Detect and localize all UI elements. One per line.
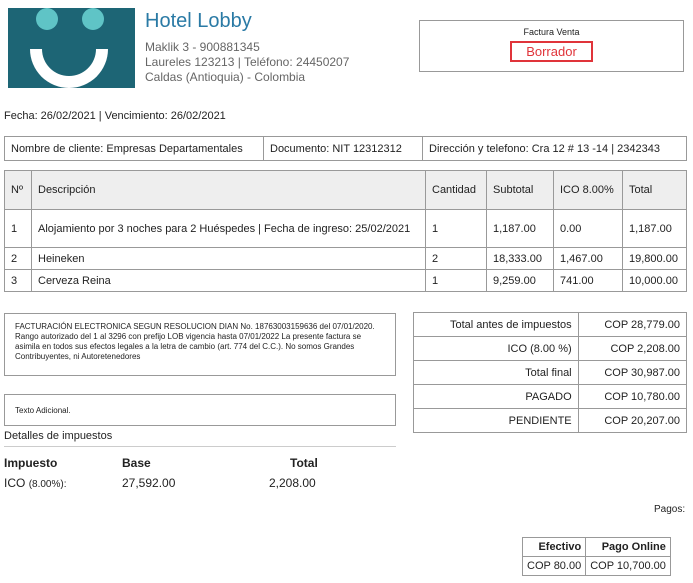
totals-row: Total final COP 30,987.00: [413, 360, 688, 385]
totals-label: Total final: [413, 360, 579, 385]
payments-label: Pagos:: [654, 504, 686, 515]
additional-text: Texto Adicional.: [4, 394, 396, 426]
items-table: Nº Descripción Cantidad Subtotal ICO 8.0…: [4, 170, 687, 292]
hotel-address-2: Laureles 123213 | Teléfono: 24450207: [145, 55, 350, 69]
cell-ico: 0.00: [553, 209, 623, 248]
client-info: Nombre de cliente: Empresas Departamenta…: [4, 136, 687, 161]
payment-value-online: COP 10,700.00: [585, 556, 671, 576]
status-badge: Borrador: [510, 41, 593, 62]
col-header-description: Descripción: [31, 170, 426, 210]
table-row: 2 Heineken 2 18,333.00 1,467.00 19,800.0…: [4, 247, 687, 270]
client-name: Nombre de cliente: Empresas Departamenta…: [5, 137, 264, 160]
payment-header-cash: Efectivo: [521, 537, 587, 557]
totals-label: ICO (8.00 %): [413, 336, 579, 361]
cell-quantity: 1: [425, 209, 487, 248]
totals-value: COP 20,207.00: [577, 408, 688, 433]
invoice-type: Factura Venta: [523, 27, 580, 37]
payments-table: Efectivo Pago Online COP 80.00 COP 10,70…: [521, 537, 671, 576]
items-header-row: Nº Descripción Cantidad Subtotal ICO 8.0…: [4, 170, 687, 210]
col-header-total: Total: [622, 170, 687, 210]
payments-value-row: COP 80.00 COP 10,700.00: [521, 556, 671, 576]
table-row: 3 Cerveza Reina 1 9,259.00 741.00 10,000…: [4, 269, 687, 292]
totals-label: Total antes de impuestos: [413, 312, 579, 337]
payment-value-cash: COP 80.00: [521, 556, 587, 576]
tax-header-base: Base: [122, 456, 151, 470]
client-address: Dirección y telefono: Cra 12 # 13 -14 | …: [429, 143, 660, 155]
tax-name: ICO: [4, 476, 26, 490]
hotel-address-3: Caldas (Antioquia) - Colombia: [145, 70, 306, 84]
cell-description: Heineken: [31, 247, 426, 270]
totals-label: PENDIENTE: [413, 408, 579, 433]
cell-description: Alojamiento por 3 noches para 2 Huéspede…: [31, 209, 426, 248]
tax-row-name: ICO (8.00%):: [4, 476, 66, 490]
totals-row: ICO (8.00 %) COP 2,208.00: [413, 336, 688, 361]
logo-eye-left: [36, 8, 58, 30]
totals-value: COP 30,987.00: [577, 360, 688, 385]
hotel-logo: [8, 8, 135, 88]
cell-total: 1,187.00: [622, 209, 687, 248]
cell-ico: 1,467.00: [553, 247, 623, 270]
invoice-status-box: Factura Venta Borrador: [419, 20, 684, 72]
totals-value: COP 10,780.00: [577, 384, 688, 409]
totals-row: Total antes de impuestos COP 28,779.00: [413, 312, 688, 337]
totals-row: PAGADO COP 10,780.00: [413, 384, 688, 409]
divider: [4, 446, 396, 447]
cell-number: 2: [4, 247, 32, 270]
hotel-address-1: Maklik 3 - 900881345: [145, 40, 260, 54]
invoice-dates: Fecha: 26/02/2021 | Vencimiento: 26/02/2…: [4, 110, 226, 122]
tax-rate: (8.00%):: [28, 479, 67, 490]
totals-label: PAGADO: [413, 384, 579, 409]
col-header-quantity: Cantidad: [425, 170, 487, 210]
tax-header-name: Impuesto: [4, 456, 58, 470]
col-header-subtotal: Subtotal: [486, 170, 554, 210]
tax-row-base: 27,592.00: [122, 476, 176, 490]
table-row: 1 Alojamiento por 3 noches para 2 Huéspe…: [4, 209, 687, 248]
tax-row-total: 2,208.00: [269, 476, 316, 490]
cell-description: Cerveza Reina: [31, 269, 426, 292]
totals-row: PENDIENTE COP 20,207.00: [413, 408, 688, 433]
col-header-number: Nº: [4, 170, 32, 210]
cell-quantity: 2: [425, 247, 487, 270]
totals-value: COP 28,779.00: [577, 312, 688, 337]
client-document: Documento: NIT 12312312: [264, 137, 423, 160]
col-header-ico: ICO 8.00%: [553, 170, 623, 210]
cell-ico: 741.00: [553, 269, 623, 292]
cell-number: 1: [4, 209, 32, 248]
cell-subtotal: 18,333.00: [486, 247, 554, 270]
tax-header-total: Total: [290, 456, 318, 470]
totals-table: Total antes de impuestos COP 28,779.00 I…: [413, 312, 688, 433]
tax-details-title: Detalles de impuestos: [4, 430, 113, 442]
totals-value: COP 2,208.00: [577, 336, 688, 361]
logo-eye-right: [82, 8, 104, 30]
hotel-name: Hotel Lobby: [145, 10, 252, 32]
legal-text: FACTURACIÓN ELECTRONICA SEGUN RESOLUCION…: [4, 313, 396, 376]
payments-header-row: Efectivo Pago Online: [521, 537, 671, 557]
payment-header-online: Pago Online: [585, 537, 671, 557]
cell-subtotal: 1,187.00: [486, 209, 554, 248]
cell-quantity: 1: [425, 269, 487, 292]
cell-subtotal: 9,259.00: [486, 269, 554, 292]
cell-total: 10,000.00: [622, 269, 687, 292]
cell-total: 19,800.00: [622, 247, 687, 270]
cell-number: 3: [4, 269, 32, 292]
